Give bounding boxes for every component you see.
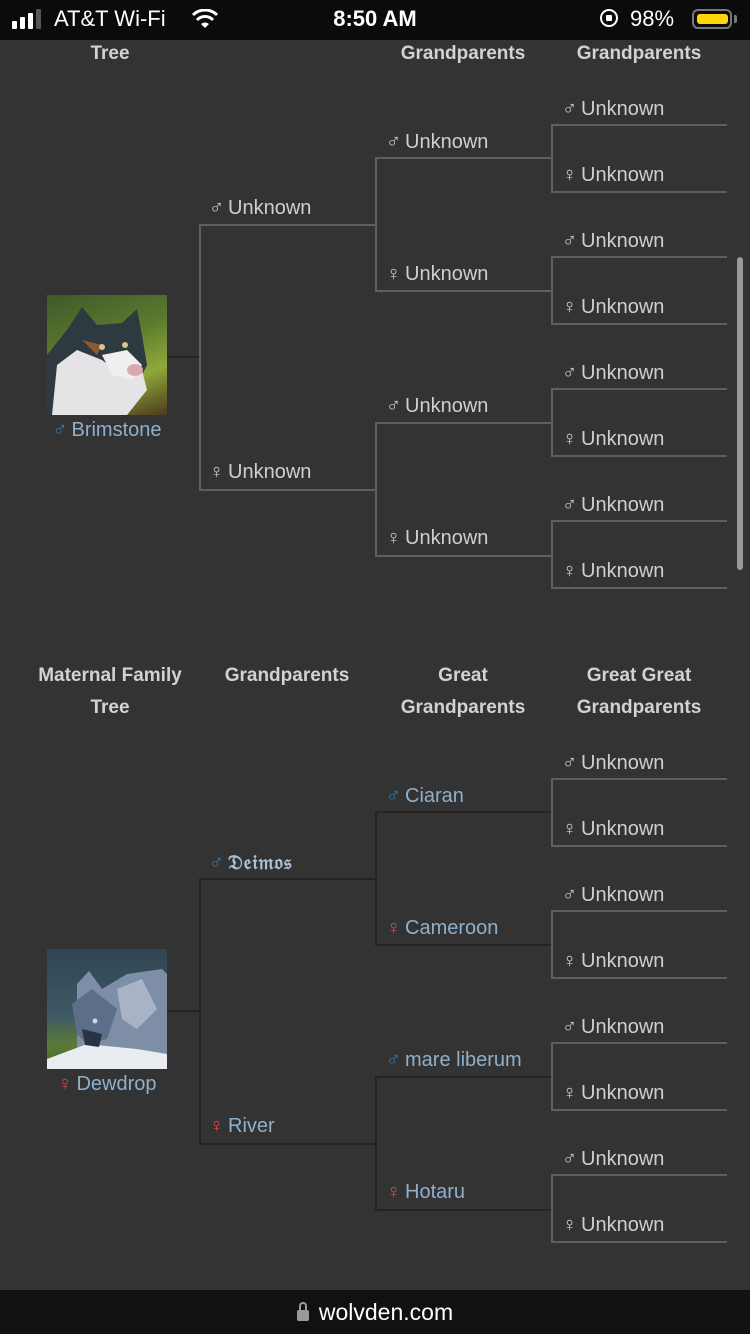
great-grandparent-entry[interactable]: ♀ Unknown (562, 427, 664, 451)
grandparent-entry[interactable]: ♀ Hotaru (386, 1180, 465, 1204)
grandparent-entry[interactable]: ♂ mare liberum (386, 1048, 522, 1072)
male-icon: ♂ (562, 1148, 577, 1170)
grandparent-entry[interactable]: ♀ Cameroon (386, 916, 498, 940)
great-grandparent-entry[interactable]: ♂ Unknown (562, 1147, 664, 1171)
dam-entry[interactable]: ♀ Unknown (209, 460, 311, 484)
female-icon: ♀ (562, 164, 577, 186)
female-icon: ♀ (386, 527, 401, 549)
lock-icon (296, 1302, 309, 1321)
grandparent-entry[interactable]: ♀ Unknown (386, 262, 488, 286)
male-icon: ♂ (386, 395, 401, 417)
female-icon: ♀ (562, 296, 577, 318)
female-icon: ♀ (386, 263, 401, 285)
maternal-header-grandparents: Grandparents (224, 665, 350, 686)
male-icon: ♂ (562, 752, 577, 774)
female-icon: ♀ (562, 950, 577, 972)
male-icon: ♂ (562, 230, 577, 252)
parents-bracket (199, 878, 376, 1145)
grandparent-entry[interactable]: ♂ Unknown (386, 130, 488, 154)
vertical-scrollbar[interactable] (737, 257, 743, 570)
great-grandparent-entry[interactable]: ♂ Unknown (562, 229, 664, 253)
parents-bracket (199, 224, 376, 491)
female-icon: ♀ (386, 917, 401, 939)
great-grandparent-entry[interactable]: ♂ Unknown (562, 1015, 664, 1039)
female-icon: ♀ (562, 818, 577, 840)
great-grandparent-entry[interactable]: ♀ Unknown (562, 295, 664, 319)
great-grandparent-entry[interactable]: ♀ Unknown (562, 817, 664, 841)
sire-entry[interactable]: ♂ 𝔇𝔢𝔦𝔪𝔬𝔰 (209, 850, 292, 875)
wolf-portrait (47, 307, 147, 415)
male-icon: ♂ (386, 785, 401, 807)
female-icon: ♀ (209, 1115, 224, 1137)
great-grandparent-entry[interactable]: ♀ Unknown (562, 163, 664, 187)
great-grandparent-entry[interactable]: ♀ Unknown (562, 559, 664, 583)
female-icon: ♀ (562, 1082, 577, 1104)
subject-name-dewdrop[interactable]: ♀ Dewdrop (47, 1072, 167, 1096)
female-icon: ♀ (562, 560, 577, 582)
wolf-avatar-brimstone[interactable] (47, 295, 167, 415)
maternal-header-great-great-grandparents: Great Great Grandparents (576, 665, 702, 718)
connector-line (167, 1010, 200, 1012)
grandparent-entry[interactable]: ♂ Unknown (386, 394, 488, 418)
male-icon: ♂ (209, 852, 224, 874)
paternal-family-tree: ♂ Brimstone ♂ Unknown ♀ Unknown ♂ Unknown ♀ U… (0, 0, 750, 640)
browser-url-bar[interactable]: wolvden.com (0, 1290, 750, 1334)
female-icon: ♀ (209, 461, 224, 483)
maternal-header-tree: Maternal Family Tree (38, 665, 182, 718)
male-icon: ♂ (52, 419, 68, 441)
male-icon: ♂ (386, 1049, 401, 1071)
maternal-family-tree: ♀ Dewdrop ♂ 𝔇𝔢𝔦𝔪𝔬𝔰 ♀ River ♂ Ciaran ♀ Cameroo… (0, 740, 750, 1260)
great-grandparent-entry[interactable]: ♂ Unknown (562, 751, 664, 775)
dam-entry[interactable]: ♀ River (209, 1114, 275, 1138)
male-icon: ♂ (562, 362, 577, 384)
sire-entry[interactable]: ♂ Unknown (209, 196, 311, 220)
url-text: wolvden.com (318, 1299, 454, 1325)
male-icon: ♂ (562, 884, 577, 906)
female-icon: ♀ (562, 1214, 577, 1236)
maternal-header-great-grandparents: Great Grandparents (400, 665, 526, 718)
great-grandparent-entry[interactable]: ♂ Unknown (562, 97, 664, 121)
great-grandparent-entry[interactable]: ♀ Unknown (562, 1081, 664, 1105)
great-grandparent-entry[interactable]: ♂ Unknown (562, 493, 664, 517)
male-icon: ♂ (386, 131, 401, 153)
male-icon: ♂ (562, 1016, 577, 1038)
female-icon: ♀ (562, 428, 577, 450)
connector-line (167, 356, 200, 358)
male-icon: ♂ (562, 98, 577, 120)
female-icon: ♀ (57, 1073, 73, 1095)
grandparent-entry[interactable]: ♀ Unknown (386, 526, 488, 550)
male-icon: ♂ (209, 197, 224, 219)
grandparent-entry[interactable]: ♂ Ciaran (386, 784, 464, 808)
great-grandparent-entry[interactable]: ♂ Unknown (562, 361, 664, 385)
wolf-avatar-dewdrop[interactable] (47, 949, 167, 1069)
male-icon: ♂ (562, 494, 577, 516)
great-grandparent-entry[interactable]: ♀ Unknown (562, 1213, 664, 1237)
subject-name-brimstone[interactable]: ♂ Brimstone (47, 418, 167, 442)
wolf-portrait (47, 969, 167, 1069)
female-icon: ♀ (386, 1181, 401, 1203)
great-grandparent-entry[interactable]: ♂ Unknown (562, 883, 664, 907)
great-grandparent-entry[interactable]: ♀ Unknown (562, 949, 664, 973)
